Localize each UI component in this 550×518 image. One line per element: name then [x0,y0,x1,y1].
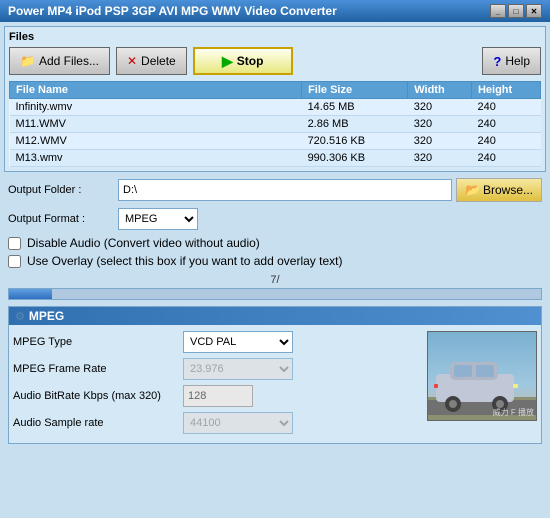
browse-button[interactable]: Browse... [456,178,542,202]
mpeg-gear-icon [15,309,25,323]
table-row[interactable]: Infinity.wmv 14.65 MB 320 240 [10,99,541,116]
help-label: Help [505,54,530,68]
table-row[interactable]: M11.WMV 2.86 MB 320 240 [10,116,541,133]
cell-filesize: 14.65 MB [302,99,408,116]
cell-width: 320 [408,150,472,167]
cell-filename: M12.WMV [10,133,302,150]
mpeg-title-bar: MPEG [9,307,541,325]
mpeg-params: MPEG Type VCD PALVCD NTSCSVCD PALSVCD NT… [13,331,421,439]
mpeg-samplerate-select[interactable]: 44100 [183,412,293,434]
mpeg-title: MPEG [29,309,64,323]
mpeg-content: MPEG Type VCD PALVCD NTSCSVCD PALSVCD NT… [13,331,537,439]
mpeg-framerate-label: MPEG Frame Rate [13,363,183,375]
cell-filename: Infinity.wmv [10,99,302,116]
col-header-height: Height [471,82,540,99]
mpeg-audiobitrate-label: Audio BitRate Kbps (max 320) [13,390,183,402]
cell-filesize: 720.516 KB [302,133,408,150]
cell-width: 320 [408,133,472,150]
table-row[interactable]: M12.WMV 720.516 KB 320 240 [10,133,541,150]
add-icon [20,54,35,68]
cell-height: 240 [471,99,540,116]
cell-height: 240 [471,116,540,133]
output-folder-row: Output Folder : Browse... [8,178,542,202]
output-folder-label: Output Folder : [8,184,118,196]
mpeg-samplerate-row: Audio Sample rate 44100 [13,412,421,434]
window-controls[interactable]: _ □ ✕ [490,4,542,18]
output-format-row: Output Format : MPEGMP4AVIWMV3GP [8,208,542,230]
cell-filesize: 990.306 KB [302,150,408,167]
cell-filename: M13.wmv [10,150,302,167]
help-icon [493,54,501,69]
mpeg-section: MPEG MPEG Type VCD PALVCD NTSCSVCD PALSV… [8,306,542,444]
delete-icon [127,54,137,68]
close-button[interactable]: ✕ [526,4,542,18]
mpeg-type-row: MPEG Type VCD PALVCD NTSCSVCD PALSVCD NT… [13,331,421,353]
help-button[interactable]: Help [482,47,541,75]
stop-button[interactable]: Stop [193,47,293,75]
maximize-button[interactable]: □ [508,4,524,18]
progress-label: 7/ [8,274,542,286]
progress-bar [8,288,542,300]
file-table: File Name File Size Width Height Infinit… [9,81,541,167]
minimize-button[interactable]: _ [490,4,506,18]
delete-button[interactable]: Delete [116,47,187,75]
mpeg-audiobitrate-input[interactable] [183,385,253,407]
col-header-filesize: File Size [302,82,408,99]
table-row[interactable]: M13.wmv 990.306 KB 320 240 [10,150,541,167]
preview-watermark: 威力 F 播放 [493,407,534,418]
browse-label: Browse... [483,183,533,197]
progress-bar-fill [9,289,52,299]
main-container: Files Add Files... Delete Stop Help [0,22,550,452]
disable-audio-row: Disable Audio (Convert video without aud… [8,236,542,250]
video-preview: 威力 F 播放 [427,331,537,421]
mpeg-audiobitrate-row: Audio BitRate Kbps (max 320) [13,385,421,407]
add-files-button[interactable]: Add Files... [9,47,110,75]
mpeg-framerate-select[interactable]: 23.976 [183,358,293,380]
stop-label: Stop [237,54,264,68]
mpeg-samplerate-label: Audio Sample rate [13,417,183,429]
output-folder-input[interactable] [118,179,452,201]
mpeg-type-label: MPEG Type [13,336,183,348]
mpeg-framerate-row: MPEG Frame Rate 23.976 [13,358,421,380]
play-icon [222,53,233,70]
files-group-label: Files [9,31,541,43]
output-format-select[interactable]: MPEGMP4AVIWMV3GP [118,208,198,230]
add-files-label: Add Files... [39,54,99,68]
cell-width: 320 [408,116,472,133]
cell-height: 240 [471,150,540,167]
use-overlay-label: Use Overlay (select this box if you want… [27,254,342,268]
progress-area: 7/ [8,274,542,300]
use-overlay-row: Use Overlay (select this box if you want… [8,254,542,268]
disable-audio-label: Disable Audio (Convert video without aud… [27,236,260,250]
files-group: Files Add Files... Delete Stop Help [4,26,546,172]
cell-height: 240 [471,133,540,150]
cell-filename: M11.WMV [10,116,302,133]
mpeg-type-select[interactable]: VCD PALVCD NTSCSVCD PALSVCD NTSCDVD PALD… [183,331,293,353]
disable-audio-checkbox[interactable] [8,237,21,250]
col-header-width: Width [408,82,472,99]
cell-filesize: 2.86 MB [302,116,408,133]
settings-section: Output Folder : Browse... Output Format … [4,178,546,268]
app-title: Power MP4 iPod PSP 3GP AVI MPG WMV Video… [8,4,337,18]
output-format-label: Output Format : [8,213,118,225]
delete-label: Delete [141,54,176,68]
title-bar: Power MP4 iPod PSP 3GP AVI MPG WMV Video… [0,0,550,22]
toolbar: Add Files... Delete Stop Help [9,47,541,75]
cell-width: 320 [408,99,472,116]
folder-icon [465,183,480,197]
use-overlay-checkbox[interactable] [8,255,21,268]
col-header-filename: File Name [10,82,302,99]
